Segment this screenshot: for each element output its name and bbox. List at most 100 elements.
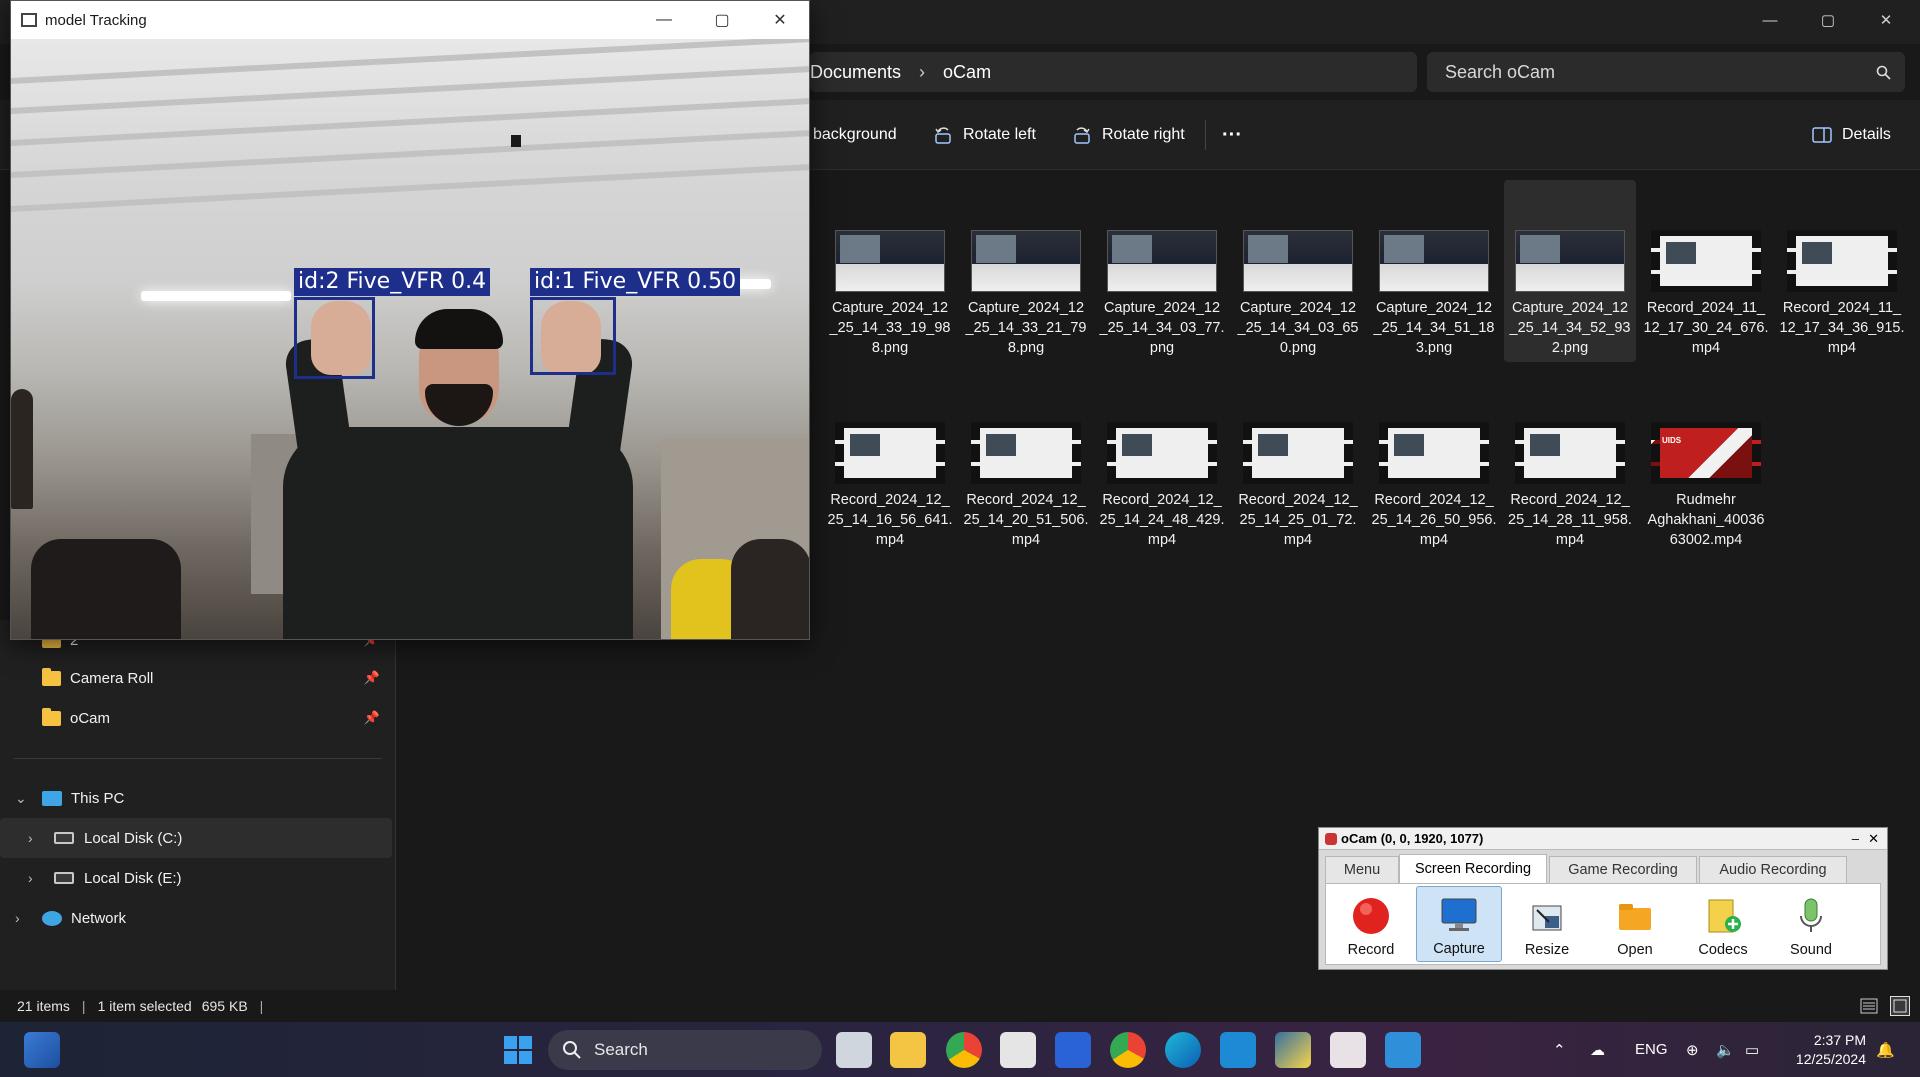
file-name-line: 25_14_20_51_506. [963,512,1089,528]
address-bar[interactable]: Documents › oCam [810,52,1417,92]
tracking-titlebar[interactable]: model Tracking — ▢ ✕ [11,1,809,39]
edge-icon[interactable] [1165,1032,1201,1068]
file-item[interactable]: Record_2024_11_ 12_17_34_36_915. mp4 [1776,180,1908,362]
chevron-down-icon[interactable]: ⌄ [15,790,27,807]
chevron-right-icon[interactable]: › [28,830,33,846]
file-item[interactable]: Record_2024_12_ 25_14_16_56_641. mp4 [824,372,956,552]
explorer-close-button[interactable]: ✕ [1858,0,1914,40]
explorer-minimize-button[interactable]: — [1742,0,1798,40]
onedrive-icon[interactable]: ☁ [1590,1022,1605,1077]
file-item[interactable]: Capture_2024_12 _25_14_34_03_65 0.png [1232,180,1364,362]
taskbar-search[interactable]: Search [548,1030,822,1070]
photos-icon[interactable] [1385,1032,1421,1068]
folder-icon [1619,904,1651,930]
resize-icon [1532,905,1562,931]
breadcrumb-documents[interactable]: Documents [810,62,901,83]
file-name-line: 8.png [871,340,909,356]
start-icon[interactable] [503,1035,533,1065]
sidebar-item-ocam[interactable]: oCam 📌 [0,698,392,738]
network-status-icon[interactable]: ⊕ [1686,1022,1699,1077]
file-item[interactable]: Record_2024_12_ 25_14_25_01_72. mp4 [1232,372,1364,552]
clock[interactable]: 2:37 PM 12/25/2024 [1786,1022,1866,1077]
chevron-right-icon[interactable]: › [28,870,33,886]
video-thumbnail [1651,230,1761,292]
file-item[interactable]: Record_2024_12_ 25_14_26_50_956. mp4 [1368,372,1500,552]
file-item[interactable]: Capture_2024_12 _25_14_33_19_98 8.png [824,180,956,362]
sidebar-item-label: Local Disk (C:) [84,829,183,847]
set-background-button[interactable]: background [813,100,897,170]
tracking-close-button[interactable]: ✕ [751,1,809,39]
widgets-icon[interactable] [24,1032,60,1068]
tab-screen-recording[interactable]: Screen Recording [1399,854,1547,883]
chrome-icon[interactable] [946,1032,982,1068]
breadcrumb-separator: › [919,61,926,82]
file-item[interactable]: Record_2024_12_ 25_14_24_48_429. mp4 [1096,372,1228,552]
file-item[interactable]: UIDS Rudmehr Aghakhani_40036 63002.mp4 [1640,372,1772,552]
file-name-line: 25_14_25_01_72. [1239,512,1357,528]
file-item[interactable]: Capture_2024_12 _25_14_34_51_18 3.png [1368,180,1500,362]
file-item[interactable]: Capture_2024_12 _25_14_34_03_77. png [1096,180,1228,362]
sidebar-item-local-disk-e[interactable]: › Local Disk (E:) [0,858,392,898]
search-input[interactable]: Search oCam [1427,52,1905,92]
file-item[interactable]: Record_2024_12_ 25_14_20_51_506. mp4 [960,372,1092,552]
button-label: Resize [1524,942,1570,958]
capture-button[interactable]: Capture [1416,886,1502,962]
notifications-icon[interactable]: 🔔 [1876,1022,1895,1077]
status-separator: | [81,998,86,1014]
todo-icon[interactable] [1055,1032,1091,1068]
details-pane-button[interactable]: Details [1812,100,1891,170]
battery-icon[interactable]: ▭ [1745,1022,1759,1077]
tab-game-recording[interactable]: Game Recording [1549,856,1697,883]
file-name-line: mp4 [1011,532,1041,548]
task-view-icon[interactable] [836,1032,872,1068]
tab-audio-recording[interactable]: Audio Recording [1699,856,1847,883]
file-item[interactable]: Capture_2024_12 _25_14_33_21_79 8.png [960,180,1092,362]
sidebar-item-network[interactable]: › Network [0,898,392,938]
button-label: Record [1347,942,1395,958]
tracking-maximize-button[interactable]: ▢ [693,1,751,39]
file-item[interactable]: Record_2024_11_ 12_17_30_24_676. mp4 [1640,180,1772,362]
open-button[interactable]: Open [1592,886,1678,962]
codecs-button[interactable]: Codecs [1680,886,1766,962]
explorer-maximize-button[interactable]: ▢ [1800,0,1856,40]
sidebar-item-local-disk-c[interactable]: › Local Disk (C:) [0,818,392,858]
file-item[interactable]: Record_2024_12_ 25_14_28_11_958. mp4 [1504,372,1636,552]
show-hidden-icons-icon[interactable]: ⌃ [1553,1022,1566,1077]
sidebar-item-camera-roll[interactable]: Camera Roll 📌 [0,658,392,698]
tracking-minimize-button[interactable]: — [635,1,693,39]
chevron-right-icon[interactable]: › [15,910,20,926]
more-options-button[interactable]: ··· [1222,100,1242,170]
ocam-icon[interactable] [1330,1032,1366,1068]
sidebar-item-this-pc[interactable]: ⌄ This PC [0,778,392,818]
file-item[interactable]: Capture_2024_12 _25_14_34_52_93 2.png [1504,180,1636,362]
detection-box [294,297,375,379]
pin-icon[interactable]: 📌 [364,670,380,686]
sound-button[interactable]: Sound [1768,886,1854,962]
record-button[interactable]: Record [1328,886,1414,962]
list-view-icon[interactable] [1860,998,1878,1014]
python-icon[interactable] [1275,1032,1311,1068]
breadcrumb-ocam[interactable]: oCam [943,62,991,83]
snipping-tool-icon[interactable] [1000,1032,1036,1068]
vscode-icon[interactable] [1220,1032,1256,1068]
ocam-minimize-button[interactable]: – [1852,831,1859,846]
file-name-line: Record_2024_12_ [1510,492,1630,508]
language-indicator[interactable]: ENG [1635,1022,1668,1077]
rotate-left-button[interactable]: Rotate left [933,100,1036,170]
search-icon[interactable] [1876,65,1891,80]
volume-icon[interactable]: 🔈 [1716,1022,1735,1077]
model-tracking-window[interactable]: model Tracking — ▢ ✕ id:2 Five_VFR 0.4 i… [10,0,810,640]
rotate-right-button[interactable]: Rotate right [1072,100,1185,170]
file-explorer-icon[interactable] [890,1032,926,1068]
ocam-titlebar[interactable]: oCam (0, 0, 1920, 1077) – ✕ [1319,828,1887,850]
thumbnail-view-icon[interactable] [1890,996,1910,1016]
ocam-window[interactable]: oCam (0, 0, 1920, 1077) – ✕ Menu Screen … [1318,827,1888,970]
pin-icon[interactable]: 📌 [364,710,380,726]
chrome-profile-icon[interactable] [1110,1032,1146,1068]
resize-button[interactable]: Resize [1504,886,1590,962]
file-name-line: 25_14_28_11_958. [1508,512,1632,528]
background-people [31,539,181,639]
ocam-close-button[interactable]: ✕ [1868,831,1879,847]
tab-menu[interactable]: Menu [1325,856,1399,883]
video-thumbnail [1379,422,1489,484]
